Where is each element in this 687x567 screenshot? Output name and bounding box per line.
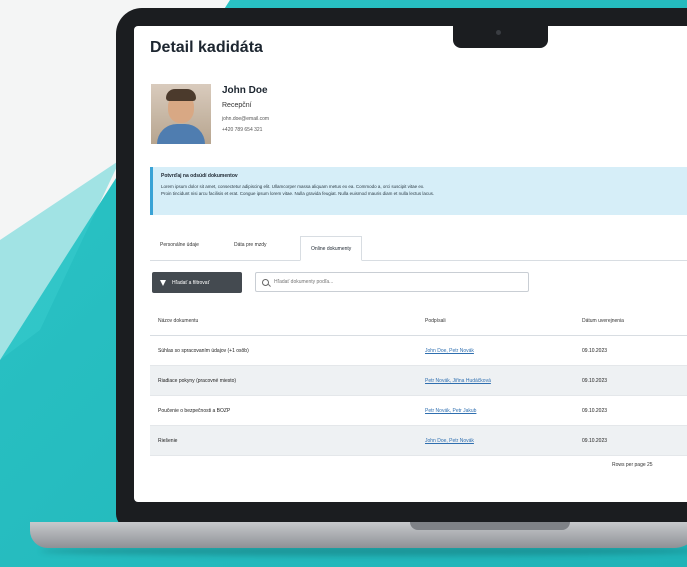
table-row[interactable]: Riešenie John Doe, Petr Novák 09.10.2023 (150, 426, 687, 456)
table-header: Názov dokumentu Podpísali Dátum uverejne… (150, 309, 687, 336)
document-name: Poučenie o bezpečnosti a BOZP (158, 408, 231, 414)
signed-by-link[interactable]: Petr Novák, Jiřina Hudáčková (425, 378, 491, 384)
filter-button-label: Hľadať a filtrovať (172, 279, 210, 286)
column-header-document-name[interactable]: Názov dokumentu (158, 318, 198, 324)
rows-per-page-label: Rows per page (612, 462, 646, 468)
filter-button[interactable]: Hľadať a filtrovať (152, 272, 242, 293)
documents-table: Názov dokumentu Podpísali Dátum uverejne… (150, 309, 687, 456)
candidate-name: John Doe (222, 85, 268, 96)
document-name: Riešenie (158, 438, 178, 444)
info-alert: Potvrďaj na odsúdí dokumentov Lorem ipsu… (150, 167, 687, 215)
tab-online-documents[interactable]: Online dokumenty (300, 236, 363, 261)
laptop-base (30, 522, 687, 548)
rows-per-page-value[interactable]: 25 (647, 462, 653, 468)
signed-by-link[interactable]: Petr Novák, Petr Jakub (425, 408, 476, 414)
laptop-base-opening (410, 522, 570, 530)
column-header-published-date[interactable]: Dátum uverejnenia (582, 318, 624, 324)
tab-payroll-data[interactable]: Dáta pre mzdy (234, 242, 267, 248)
table-row[interactable]: Súhlas so spracovaním údajov (+1 osôb) J… (150, 336, 687, 366)
published-date: 09.10.2023 (582, 408, 608, 414)
candidate-avatar (151, 84, 211, 144)
tab-personal-data[interactable]: Personálne údaje (160, 242, 199, 248)
page-title: Detail kadidáta (150, 39, 263, 56)
rows-per-page[interactable]: Rows per page 25 (612, 462, 653, 468)
info-alert-title: Potvrďaj na odsúdí dokumentov (161, 173, 238, 179)
info-alert-line-2: Proin tincidunt nisi arcu facilisis et e… (161, 191, 435, 196)
table-row[interactable]: Poučenie o bezpečnosti a BOZP Petr Novák… (150, 396, 687, 426)
candidate-role: Recepční (222, 102, 252, 109)
document-name: Súhlas so spracovaním údajov (+1 osôb) (158, 348, 249, 354)
laptop-notch (453, 8, 548, 48)
avatar-hair-shape (166, 89, 196, 101)
document-name: Riadiace pokyny (pracovné miesto) (158, 378, 237, 384)
camera-icon (496, 30, 501, 35)
published-date: 09.10.2023 (582, 348, 608, 354)
search-input[interactable] (274, 279, 504, 285)
column-header-signed-by[interactable]: Podpísali (425, 318, 446, 324)
published-date: 09.10.2023 (582, 438, 608, 444)
signed-by-link[interactable]: John Doe, Petr Novák (425, 348, 474, 354)
table-row[interactable]: Riadiace pokyny (pracovné miesto) Petr N… (150, 366, 687, 396)
published-date: 09.10.2023 (582, 378, 608, 384)
candidate-email[interactable]: john.doe@email.com (222, 116, 269, 122)
signed-by-link[interactable]: John Doe, Petr Novák (425, 438, 474, 444)
info-alert-line-1: Lorem ipsum dolor sit amet, consectetur … (161, 184, 425, 189)
search-icon (262, 278, 269, 286)
laptop-screen: Detail kadidáta John Doe Recepční john.d… (134, 26, 687, 502)
search-box[interactable] (255, 272, 529, 292)
funnel-icon (160, 279, 166, 286)
avatar-body-shape (157, 124, 205, 144)
candidate-phone: +420 789 654 321 (222, 127, 263, 133)
tab-bar: Personálne údaje Dáta pre mzdy Online do… (150, 236, 687, 261)
